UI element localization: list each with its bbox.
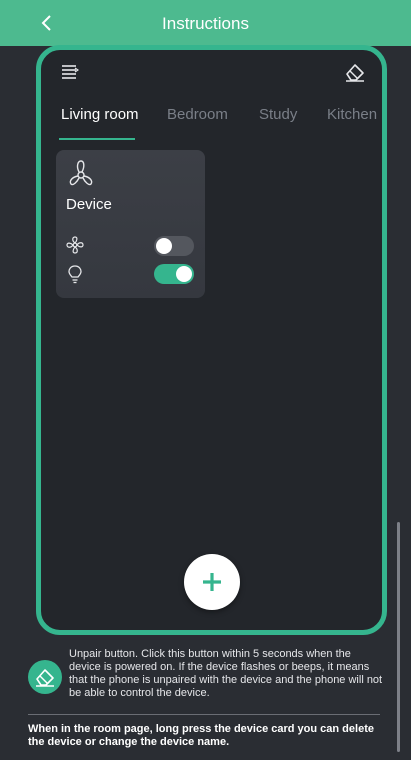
eraser-icon[interactable] [344, 62, 366, 87]
tab-kitchen[interactable]: Kitchen [327, 106, 377, 123]
fan-toggle[interactable] [154, 236, 194, 256]
page-title: Instructions [162, 14, 249, 33]
toggle-knob [156, 238, 172, 254]
room-page-preview: Living room Bedroom Study Kitchen Device [36, 45, 387, 635]
divider [28, 714, 380, 715]
device-name: Device [66, 196, 112, 213]
active-tab-indicator [59, 138, 135, 140]
tab-living-room[interactable]: Living room [61, 106, 139, 123]
toggle-knob [176, 266, 192, 282]
plus-icon [203, 573, 221, 591]
eraser-icon [28, 660, 62, 694]
tab-bedroom[interactable]: Bedroom [167, 106, 228, 123]
long-press-instruction: When in the room page, long press the de… [28, 723, 374, 748]
header-bar: Instructions [0, 0, 411, 46]
bulb-icon [66, 264, 84, 289]
light-toggle[interactable] [154, 264, 194, 284]
menu-icon[interactable] [61, 64, 80, 85]
unpair-instruction: Unpair button. Click this button within … [69, 648, 383, 699]
tab-study[interactable]: Study [259, 106, 297, 123]
scrollbar[interactable] [397, 522, 400, 752]
add-device-button[interactable] [184, 554, 240, 610]
fan-icon [66, 236, 84, 259]
room-tabs: Living room Bedroom Study Kitchen [61, 106, 381, 140]
device-card[interactable]: Device [56, 150, 205, 298]
ceiling-fan-icon [66, 158, 96, 193]
